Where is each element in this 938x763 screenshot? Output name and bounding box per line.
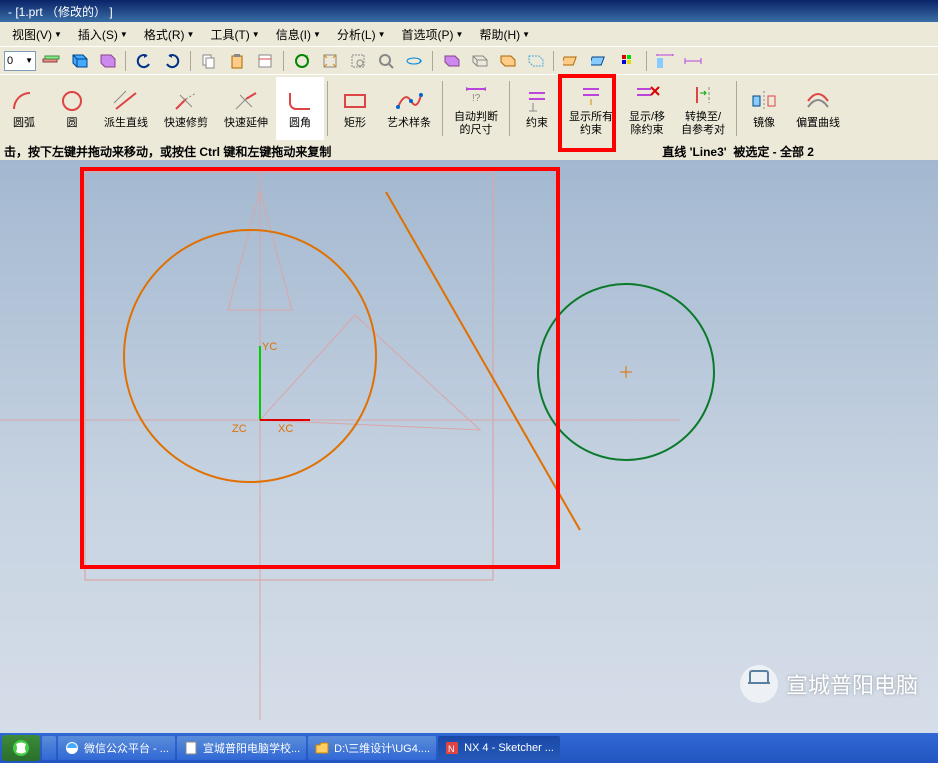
tb-shade1-icon[interactable] <box>438 49 464 73</box>
tb-wire-icon[interactable] <box>466 49 492 73</box>
main-toolbar: 0▼ <box>0 46 938 74</box>
watermark: 宣城普阳电脑 <box>740 665 918 703</box>
watermark-text: 宣城普阳电脑 <box>786 668 918 700</box>
tb-datum-icon[interactable] <box>559 49 585 73</box>
axis-x-label: XC <box>278 423 293 435</box>
ribbon-derive-line[interactable]: 派生直线 <box>96 77 156 140</box>
title-bar: - [1.prt （修改的） ] <box>0 0 938 22</box>
ribbon-mirror[interactable]: 镜像 <box>740 77 788 140</box>
layer-select[interactable]: 0▼ <box>4 51 36 71</box>
quicklaunch-divider <box>42 736 56 760</box>
folder-icon <box>314 740 330 756</box>
tb-zoom-icon[interactable] <box>345 49 371 73</box>
ribbon-show-remove-constraints[interactable]: 显示/移 除约束 <box>621 77 673 140</box>
ribbon-offset-curve[interactable]: 偏置曲线 <box>788 77 848 140</box>
task-wechat[interactable]: 微信公众平台 - ... <box>58 736 175 760</box>
tb-box1-icon[interactable] <box>66 49 92 73</box>
ribbon-fillet[interactable]: 圆角 <box>276 77 324 140</box>
browser-icon <box>64 740 80 756</box>
title-text: - [1.prt （修改的） ] <box>8 5 113 19</box>
tb-dim2-icon[interactable] <box>680 49 706 73</box>
tb-paste-icon[interactable] <box>224 49 250 73</box>
tb-shade2-icon[interactable] <box>494 49 520 73</box>
svg-text:N: N <box>448 744 455 754</box>
task-school[interactable]: 宣城普阳电脑学校... <box>177 736 306 760</box>
tb-undo-icon[interactable] <box>131 49 157 73</box>
tb-box2-icon[interactable] <box>94 49 120 73</box>
tb-refresh-icon[interactable] <box>289 49 315 73</box>
ribbon-arc[interactable]: 圆弧 <box>0 77 48 140</box>
ribbon-quick-extend[interactable]: 快速延伸 <box>216 77 276 140</box>
menu-analyze[interactable]: 分析(L)▼ <box>329 24 394 45</box>
status-selection: 直线 'Line3' 被选定 - 全部 2 <box>662 143 814 160</box>
menu-info[interactable]: 信息(I)▼ <box>268 24 329 45</box>
ribbon-convert-ref[interactable]: 转换至/ 自参考对 <box>673 77 733 140</box>
ribbon-auto-dim[interactable]: !? 自动判断 的尺寸 <box>446 77 506 140</box>
axis-y-label: YC <box>262 341 277 353</box>
sketch-canvas[interactable]: YC XC ZC 宣城普阳电脑 <box>0 160 938 733</box>
tb-fit-icon[interactable] <box>317 49 343 73</box>
status-hint: 击，按下左键并拖动来移动，或按住 Ctrl 键和左键拖动来复制 <box>4 143 331 160</box>
menu-prefs[interactable]: 首选项(P)▼ <box>394 24 472 45</box>
tb-zoomio-icon[interactable] <box>373 49 399 73</box>
tb-seethrough-icon[interactable] <box>522 49 548 73</box>
menu-tools[interactable]: 工具(T)▼ <box>202 24 267 45</box>
tb-redo-icon[interactable] <box>159 49 185 73</box>
menu-view[interactable]: 视图(V)▼ <box>4 24 70 45</box>
axis-z-label: ZC <box>232 423 247 435</box>
tb-rotate-icon[interactable] <box>401 49 427 73</box>
start-button[interactable] <box>2 735 40 761</box>
ribbon-spline[interactable]: 艺术样条 <box>379 77 439 140</box>
tb-layers-icon[interactable] <box>38 49 64 73</box>
wechat-icon <box>740 665 778 703</box>
task-folder[interactable]: D:\三维设计\UG4.... <box>308 736 436 760</box>
ribbon-constraint[interactable]: 约束 <box>513 77 561 140</box>
tb-copy-icon[interactable] <box>196 49 222 73</box>
sketch-ribbon: 圆弧 圆 派生直线 快速修剪 快速延伸 圆角 矩形 艺术样条 !? 自动判断 的… <box>0 74 938 142</box>
menu-bar: 视图(V)▼ 插入(S)▼ 格式(R)▼ 工具(T)▼ 信息(I)▼ 分析(L)… <box>0 22 938 46</box>
doc-icon <box>183 740 199 756</box>
menu-format[interactable]: 格式(R)▼ <box>136 24 203 45</box>
ribbon-quick-trim[interactable]: 快速修剪 <box>156 77 216 140</box>
ribbon-circle[interactable]: 圆 <box>48 77 96 140</box>
nx-icon: N <box>444 740 460 756</box>
tb-datum2-icon[interactable] <box>587 49 613 73</box>
tb-props-icon[interactable] <box>252 49 278 73</box>
ribbon-show-all-constraints[interactable]: 显示所有 约束 <box>561 77 621 140</box>
message-bar: 击，按下左键并拖动来移动，或按住 Ctrl 键和左键拖动来复制 直线 'Line… <box>0 142 938 160</box>
svg-text:!?: !? <box>472 93 481 104</box>
windows-taskbar: 微信公众平台 - ... 宣城普阳电脑学校... D:\三维设计\UG4....… <box>0 733 938 763</box>
menu-help[interactable]: 帮助(H)▼ <box>471 24 538 45</box>
tb-color-icon[interactable] <box>615 49 641 73</box>
task-nx4[interactable]: N NX 4 - Sketcher ... <box>438 736 560 760</box>
tb-dim1-icon[interactable] <box>652 49 678 73</box>
menu-insert[interactable]: 插入(S)▼ <box>70 24 136 45</box>
ribbon-rectangle[interactable]: 矩形 <box>331 77 379 140</box>
